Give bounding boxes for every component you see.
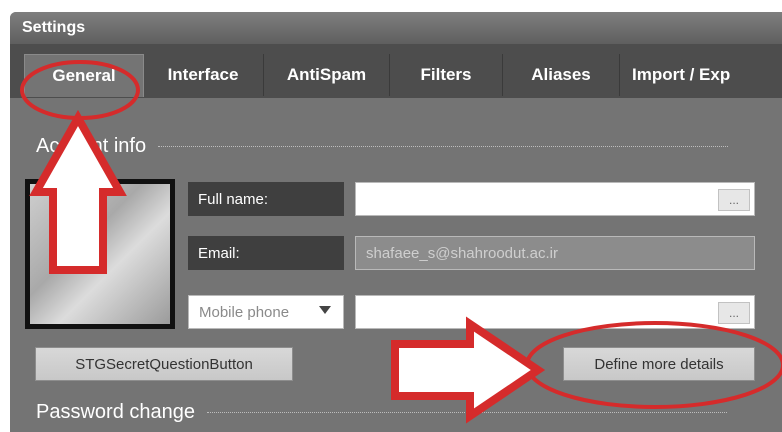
mobile-phone-selected: Mobile phone xyxy=(199,303,290,321)
password-change-heading: Password change xyxy=(36,401,195,423)
define-more-details-button[interactable]: Define more details xyxy=(563,347,755,381)
mobile-phone-field[interactable]: ... xyxy=(355,295,755,329)
full-name-label: Full name: xyxy=(188,182,344,216)
avatar[interactable] xyxy=(25,179,175,329)
full-name-browse-button[interactable]: ... xyxy=(718,189,750,211)
password-change-section: Password change xyxy=(36,401,727,424)
mobile-browse-button[interactable]: ... xyxy=(718,302,750,324)
account-info-section: Account info xyxy=(36,135,729,158)
chevron-down-icon xyxy=(319,306,331,314)
secret-question-button[interactable]: STGSecretQuestionButton xyxy=(35,347,293,381)
title-bar: Settings xyxy=(10,12,782,44)
tab-filters[interactable]: Filters xyxy=(390,54,503,96)
account-info-divider xyxy=(158,146,729,147)
avatar-image xyxy=(30,184,170,324)
account-info-heading: Account info xyxy=(36,135,147,157)
tab-bar: General Interface AntiSpam Filters Alias… xyxy=(10,44,782,98)
window-title: Settings xyxy=(22,19,86,36)
tab-import-export[interactable]: Import / Exp xyxy=(620,54,782,96)
password-change-divider xyxy=(206,412,727,413)
tab-interface[interactable]: Interface xyxy=(143,54,264,96)
mobile-phone-select[interactable]: Mobile phone xyxy=(188,295,344,329)
email-label: Email: xyxy=(188,236,344,270)
tab-antispam[interactable]: AntiSpam xyxy=(264,54,390,96)
tab-general[interactable]: General xyxy=(24,54,144,97)
screenshot-frame: Settings General Interface AntiSpam Filt… xyxy=(0,0,782,432)
email-field: shafaee_s@shahroodut.ac.ir xyxy=(355,236,755,270)
tab-aliases[interactable]: Aliases xyxy=(503,54,620,96)
full-name-field[interactable]: ... xyxy=(355,182,755,216)
